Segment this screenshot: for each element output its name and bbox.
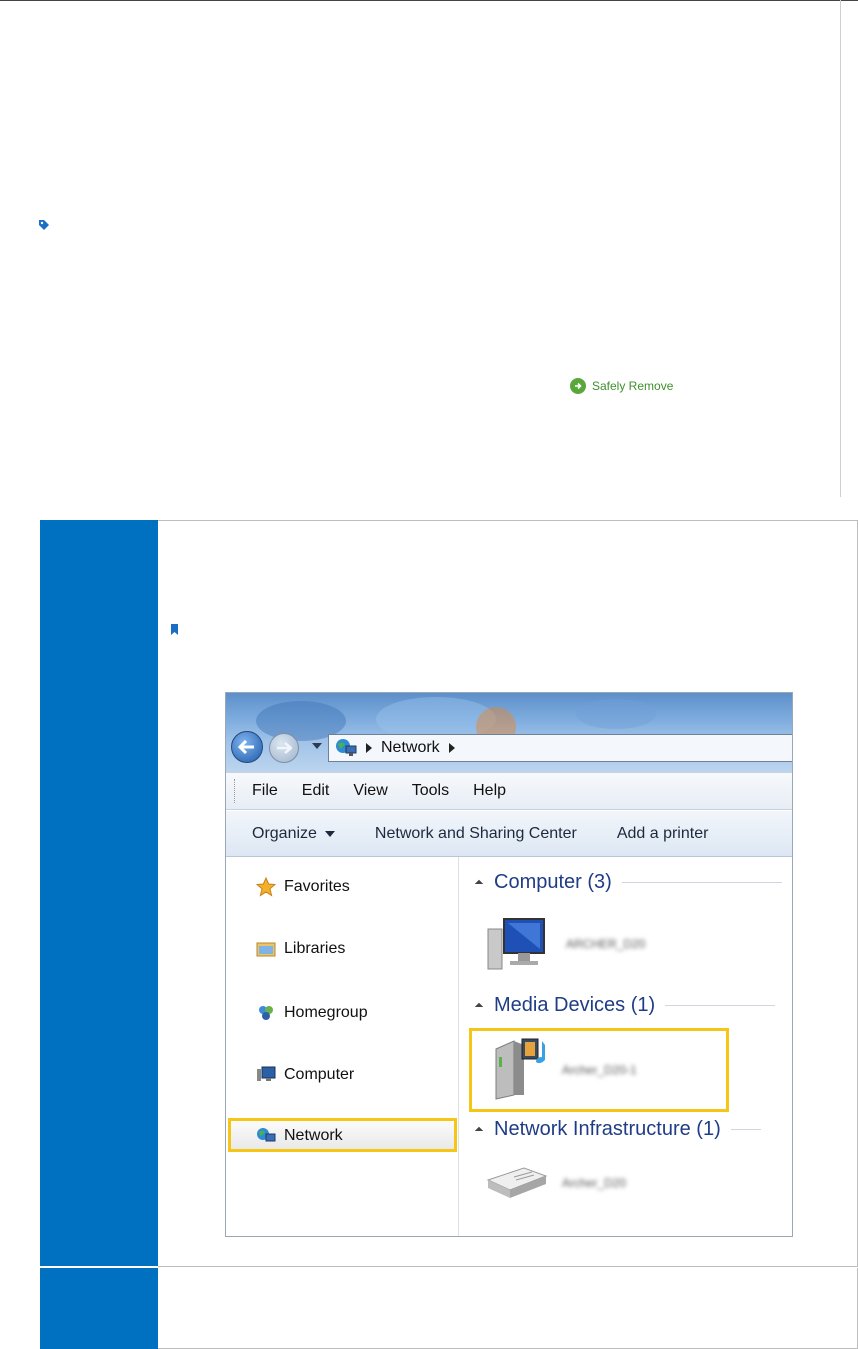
tag-icon xyxy=(39,220,49,230)
router-icon xyxy=(486,1167,548,1198)
group-divider xyxy=(730,1129,761,1130)
nav-favorites[interactable]: Favorites xyxy=(256,877,350,897)
nav-network-label: Network xyxy=(284,1127,343,1144)
page: Safely Remove Network File Edit View Too… xyxy=(0,0,858,1349)
breadcrumb-separator-icon xyxy=(448,743,455,753)
group-divider xyxy=(621,882,782,883)
arrow-right-icon xyxy=(277,742,292,754)
menu-view[interactable]: View xyxy=(353,782,387,800)
star-icon xyxy=(256,877,276,897)
top-rule xyxy=(0,0,858,1)
menu-edit[interactable]: Edit xyxy=(302,782,330,800)
title-bar: Network xyxy=(226,693,792,772)
desktop-computer-icon xyxy=(487,918,545,970)
device-router-label: Archer_D20 xyxy=(562,1176,627,1190)
network-sharing-center-label: Network and Sharing Center xyxy=(374,824,577,842)
navigation-pane: Favorites Libraries Homegroup Computer N… xyxy=(226,857,459,1236)
side-rule xyxy=(840,0,841,497)
table-row-separator xyxy=(158,1266,858,1267)
network-globe-icon xyxy=(336,739,357,756)
organize-label: Organize xyxy=(252,824,317,842)
breadcrumb-network[interactable]: Network xyxy=(381,739,440,757)
group-divider xyxy=(665,1005,776,1006)
device-computer-label: ARCHER_D20 xyxy=(566,937,646,951)
libraries-icon xyxy=(256,942,276,957)
media-device-icon xyxy=(495,1038,545,1100)
menu-file[interactable]: File xyxy=(252,782,278,800)
nav-homegroup-label: Homegroup xyxy=(284,1004,368,1021)
explorer-window: Network File Edit View Tools Help Organi… xyxy=(225,692,793,1237)
collapse-icon xyxy=(474,1002,484,1011)
network-globe-icon xyxy=(257,1128,276,1142)
computer-icon xyxy=(257,1066,276,1081)
nav-network[interactable]: Network xyxy=(256,1126,343,1146)
command-bar: Organize Network and Sharing Center Add … xyxy=(226,811,792,857)
group-media-heading[interactable]: Media Devices (1) xyxy=(474,994,776,1017)
safely-remove-label: Safely Remove xyxy=(592,379,674,393)
content-pane: Computer (3) ARCHER_D20 Media Devices (1… xyxy=(460,857,792,1236)
forward-button[interactable] xyxy=(269,733,299,763)
nav-computer[interactable]: Computer xyxy=(256,1065,354,1085)
menu-grip xyxy=(234,779,236,803)
table-left-column xyxy=(40,520,158,1349)
group-media-label: Media Devices (1) xyxy=(494,994,656,1016)
glass-reflection xyxy=(576,699,656,729)
back-button[interactable] xyxy=(231,731,263,763)
add-printer-button[interactable]: Add a printer xyxy=(617,825,709,843)
nav-libraries-label: Libraries xyxy=(284,940,346,957)
network-sharing-center-button[interactable]: Network and Sharing Center xyxy=(375,825,577,843)
device-router[interactable]: Archer_D20 xyxy=(484,1162,704,1218)
menu-bar: File Edit View Tools Help xyxy=(226,772,792,810)
homegroup-icon xyxy=(259,1006,273,1020)
safely-remove-link[interactable]: Safely Remove xyxy=(570,378,673,394)
nav-favorites-label: Favorites xyxy=(284,878,350,895)
address-bar[interactable]: Network xyxy=(328,734,792,762)
bookmark-icon xyxy=(171,624,178,635)
collapse-icon xyxy=(474,879,484,888)
device-media-label: Archer_D20-1 xyxy=(562,1063,637,1077)
chevron-down-icon xyxy=(324,830,335,837)
nav-libraries[interactable]: Libraries xyxy=(256,939,345,959)
menu-tools[interactable]: Tools xyxy=(412,782,449,800)
arrow-left-icon xyxy=(238,740,254,754)
nav-computer-label: Computer xyxy=(284,1066,355,1083)
add-printer-label: Add a printer xyxy=(616,824,709,842)
collapse-icon xyxy=(474,1126,484,1135)
arrow-right-circle-icon xyxy=(570,378,586,394)
menu-help[interactable]: Help xyxy=(473,782,506,800)
organize-button[interactable]: Organize xyxy=(252,825,335,843)
device-media[interactable]: Archer_D20-1 xyxy=(490,1035,710,1105)
group-computer-label: Computer (3) xyxy=(494,871,612,893)
breadcrumb-separator-icon xyxy=(366,743,372,753)
group-infra-label: Network Infrastructure (1) xyxy=(494,1118,721,1140)
recent-pages-dropdown[interactable] xyxy=(312,743,322,749)
group-computer-heading[interactable]: Computer (3) xyxy=(474,871,782,894)
group-infra-heading[interactable]: Network Infrastructure (1) xyxy=(474,1118,761,1141)
device-computer[interactable]: ARCHER_D20 xyxy=(486,915,686,977)
nav-homegroup[interactable]: Homegroup xyxy=(256,1003,368,1023)
